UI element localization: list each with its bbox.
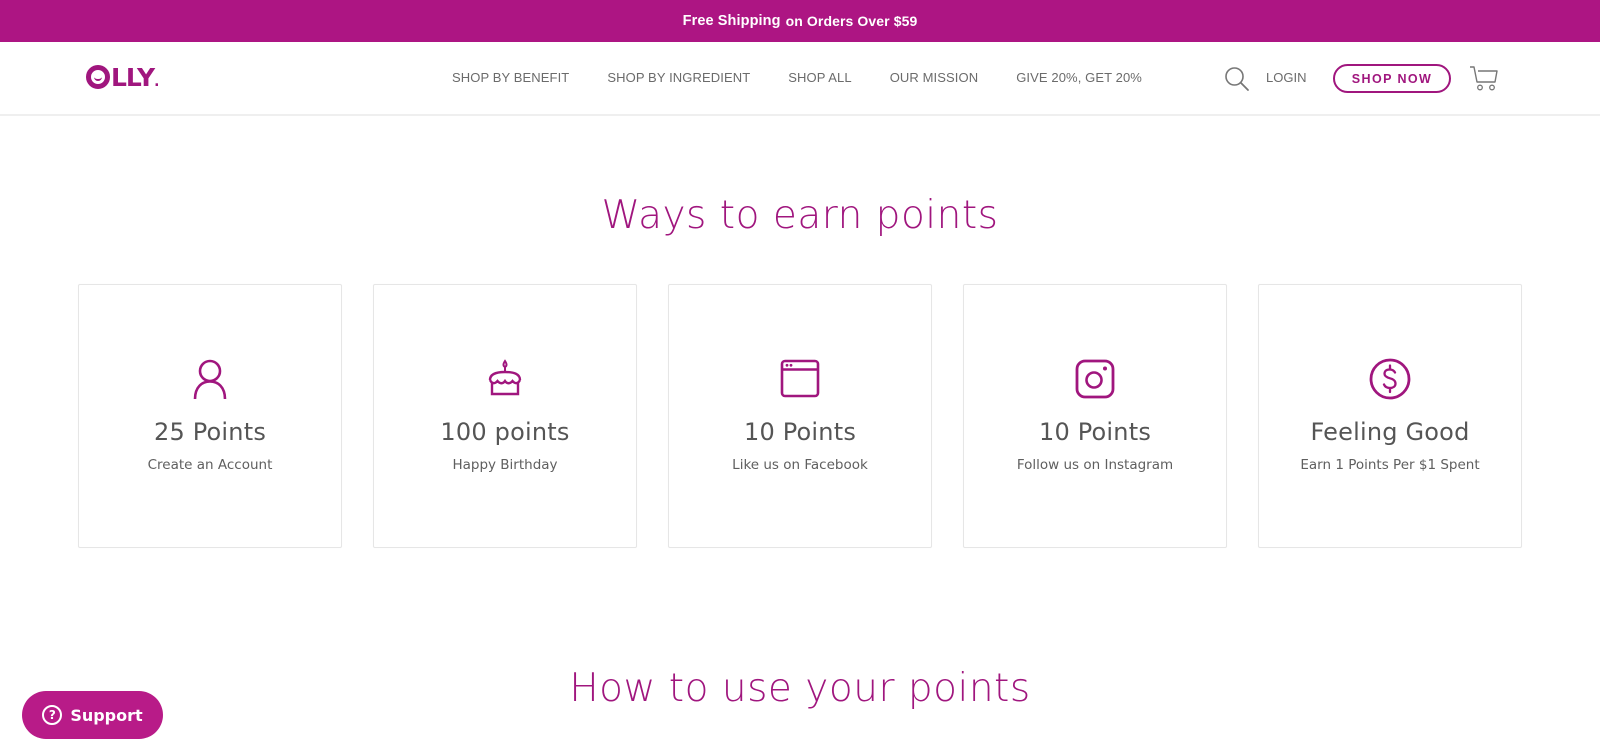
support-label: Support: [70, 705, 143, 725]
shop-now-button[interactable]: SHOP NOW: [1333, 64, 1451, 93]
earn-card-feeling-good: Feeling Good Earn 1 Points Per $1 Spent: [1258, 284, 1522, 548]
instagram-icon: [1073, 357, 1117, 401]
use-points-heading: How to use your points: [569, 666, 1031, 711]
logo-smile-o-icon: [86, 65, 110, 89]
card-description: Follow us on Instagram: [1016, 457, 1174, 473]
earn-card-facebook: 10 Points Like us on Facebook: [668, 284, 932, 548]
card-description: Earn 1 Points Per $1 Spent: [1300, 457, 1480, 473]
earn-points-cards: 25 Points Create an Account 100 points H…: [78, 284, 1522, 548]
birthday-cake-icon: [483, 357, 527, 401]
promo-text: on Orders Over $59: [785, 13, 918, 29]
card-title: 25 Points: [153, 418, 267, 446]
earn-card-instagram: 10 Points Follow us on Instagram: [963, 284, 1227, 548]
earn-card-birthday: 100 points Happy Birthday: [373, 284, 637, 548]
earn-points-heading: Ways to earn points: [601, 193, 999, 238]
card-title: 10 Points: [743, 418, 857, 446]
card-title: Feeling Good: [1310, 418, 1470, 446]
nav-give-get[interactable]: GIVE 20%, GET 20%: [1016, 70, 1142, 85]
question-circle-icon: ?: [42, 705, 63, 725]
nav-shop-all[interactable]: SHOP ALL: [788, 70, 851, 85]
promo-strong-text: Free Shipping: [682, 13, 781, 29]
browser-window-icon: [778, 357, 822, 401]
card-description: Like us on Facebook: [732, 457, 868, 473]
user-icon: [188, 357, 232, 401]
logo-dot: .: [154, 74, 159, 90]
card-description: Create an Account: [147, 457, 273, 473]
card-description: Happy Birthday: [452, 457, 558, 473]
main-nav: SHOP BY BENEFIT SHOP BY INGREDIENT SHOP …: [452, 70, 1142, 85]
site-header: LLY . SHOP BY BENEFIT SHOP BY INGREDIENT…: [0, 42, 1600, 116]
support-button[interactable]: ? Support: [22, 691, 163, 739]
nav-shop-by-benefit[interactable]: SHOP BY BENEFIT: [452, 70, 569, 85]
card-title: 10 Points: [1038, 418, 1152, 446]
card-title: 100 points: [440, 418, 570, 446]
cart-icon[interactable]: [1469, 64, 1499, 92]
promo-banner: Free Shipping on Orders Over $59: [0, 0, 1600, 42]
nav-our-mission[interactable]: OUR MISSION: [890, 70, 979, 85]
olly-logo[interactable]: LLY .: [86, 62, 159, 92]
earn-card-create-account: 25 Points Create an Account: [78, 284, 342, 548]
login-link[interactable]: LOGIN: [1266, 70, 1306, 85]
dollar-circle-icon: [1368, 357, 1412, 401]
nav-shop-by-ingredient[interactable]: SHOP BY INGREDIENT: [607, 70, 750, 85]
logo-text: LLY: [111, 63, 155, 92]
search-icon[interactable]: [1224, 66, 1250, 92]
